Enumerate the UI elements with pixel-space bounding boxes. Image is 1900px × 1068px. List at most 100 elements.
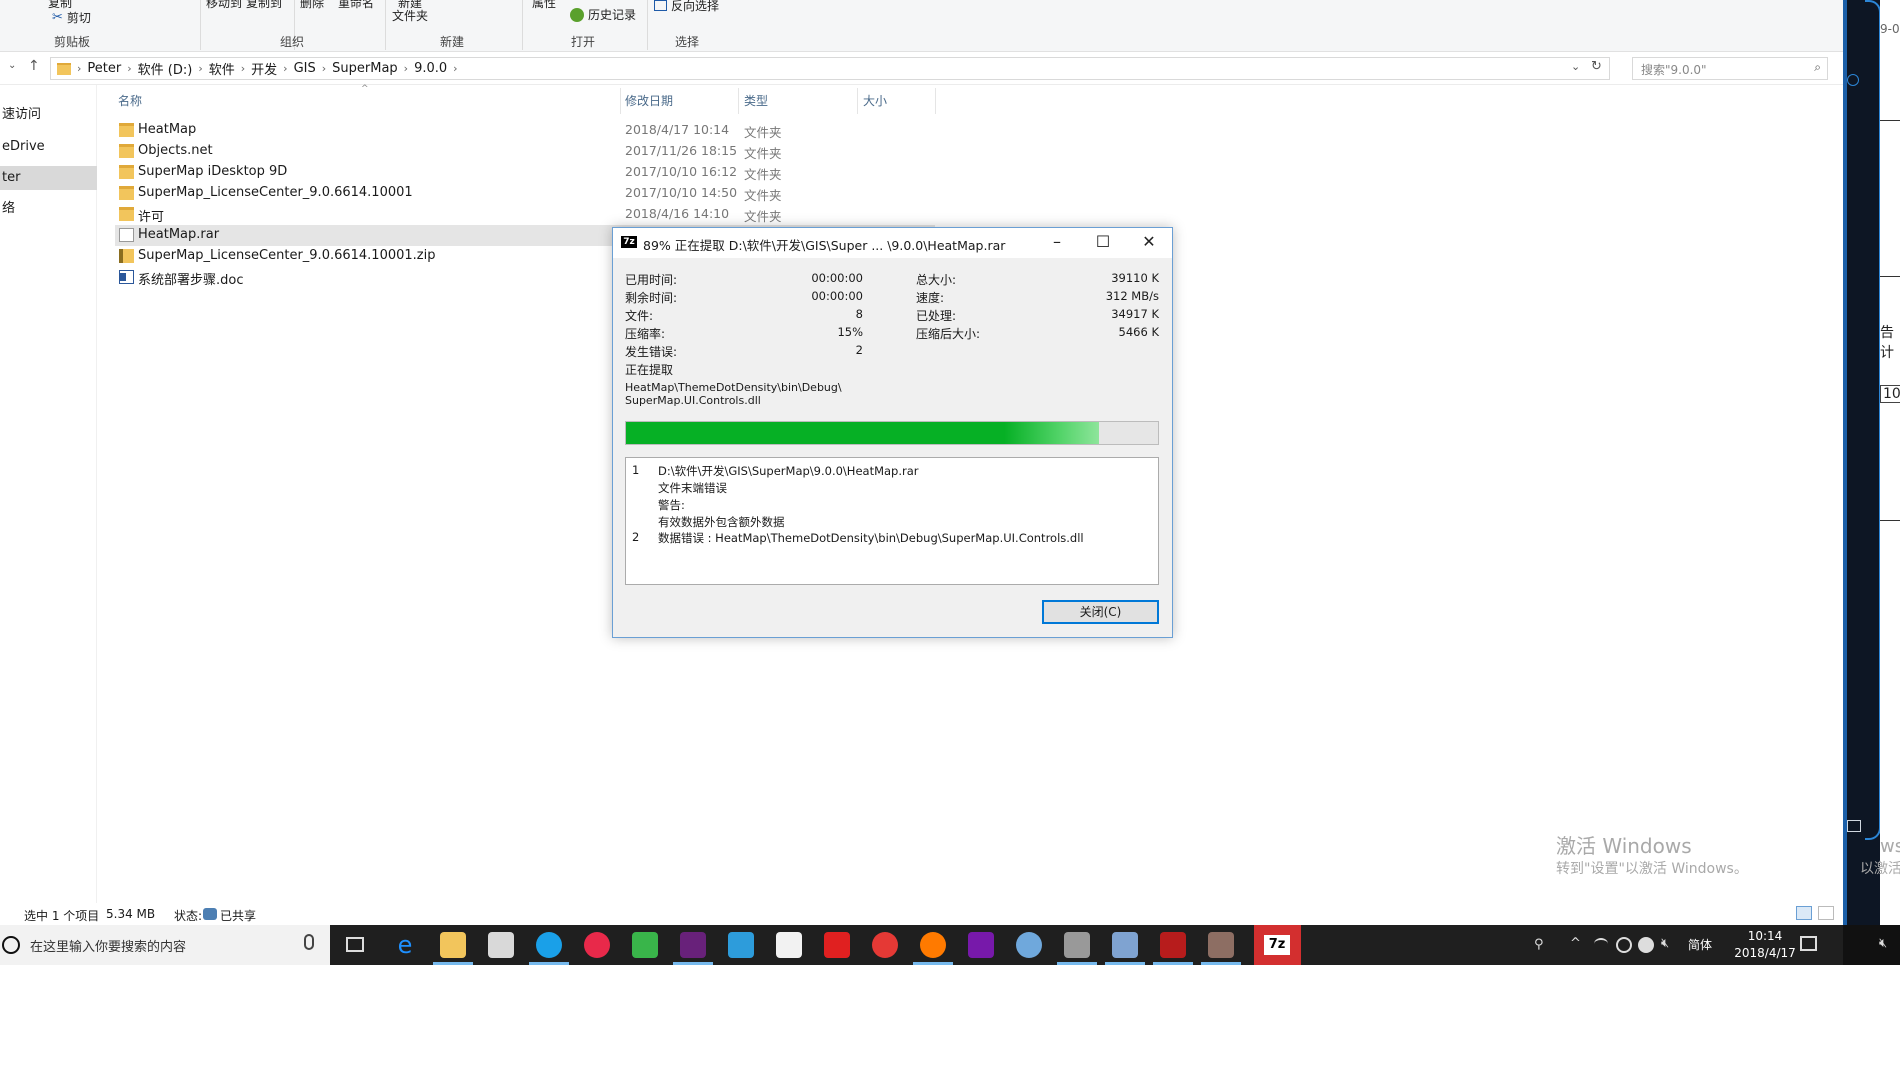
delete-button[interactable]: 删除 bbox=[300, 0, 324, 11]
file-explorer-icon[interactable] bbox=[440, 932, 466, 958]
firefox-icon[interactable] bbox=[920, 932, 946, 958]
nav-quick-access[interactable]: 速访问 bbox=[0, 103, 97, 127]
file-row[interactable]: SuperMap iDesktop 9D 2017/10/10 16:12 文件… bbox=[115, 162, 935, 183]
cut-button[interactable]: ✂ 剪切 bbox=[52, 9, 91, 26]
ime-language-indicator[interactable]: 简体 bbox=[1688, 936, 1712, 953]
files-label: 文件: bbox=[625, 309, 654, 323]
tools-icon[interactable] bbox=[1064, 932, 1090, 958]
column-header-name[interactable]: 名称 bbox=[118, 92, 142, 109]
new-folder-button[interactable]: 文件夹 bbox=[392, 7, 428, 24]
close-window-button[interactable]: ✕ bbox=[1126, 228, 1172, 258]
network-app-icon[interactable] bbox=[1112, 932, 1138, 958]
minimize-button[interactable]: – bbox=[1034, 228, 1080, 258]
store-icon[interactable] bbox=[488, 932, 514, 958]
x-app-icon[interactable] bbox=[1160, 932, 1186, 958]
large-icons-view-icon[interactable] bbox=[1818, 906, 1834, 920]
ime-mode-icon[interactable] bbox=[1638, 937, 1654, 953]
maximize-button[interactable]: ☐ bbox=[1080, 228, 1126, 258]
nav-this-pc[interactable]: ter bbox=[0, 166, 97, 190]
column-header-size[interactable]: 大小 bbox=[863, 92, 887, 109]
cortana-circle-icon[interactable] bbox=[2, 936, 20, 954]
visual-studio-icon[interactable] bbox=[680, 932, 706, 958]
mail-icon[interactable] bbox=[776, 932, 802, 958]
game-app-icon[interactable] bbox=[1208, 932, 1234, 958]
remaining-time-value: 00:00:00 bbox=[811, 289, 863, 303]
media-player-icon[interactable] bbox=[632, 932, 658, 958]
breadcrumb-item[interactable]: SuperMap bbox=[332, 61, 398, 76]
breadcrumb-item[interactable]: 软件 bbox=[209, 59, 235, 78]
invert-selection-button[interactable]: 反向选择 bbox=[654, 0, 719, 14]
recent-locations-chevron-icon[interactable]: ⌄ bbox=[8, 60, 16, 71]
tencent-app-icon[interactable] bbox=[824, 932, 850, 958]
breadcrumb-item[interactable]: 软件 (D:) bbox=[138, 59, 193, 78]
group-open: 打开 bbox=[571, 35, 596, 49]
extract-progress-dialog: 7z 89% 正在提取 D:\软件\开发\GIS\Super ... \9.0.… bbox=[612, 227, 1173, 638]
folder-icon bbox=[119, 144, 134, 158]
people-icon[interactable]: ⚲ bbox=[1534, 937, 1544, 952]
status-state-label: 状态: bbox=[174, 909, 203, 923]
breadcrumb-item[interactable]: Peter bbox=[87, 61, 121, 76]
nav-onedrive[interactable]: eDrive bbox=[0, 135, 97, 159]
breadcrumb-item[interactable]: 9.0.0 bbox=[414, 61, 447, 76]
folder-icon bbox=[119, 207, 134, 221]
file-icon bbox=[119, 228, 134, 242]
shared-users-icon bbox=[203, 908, 217, 920]
status-size: 5.34 MB bbox=[106, 907, 156, 921]
refresh-icon[interactable]: ↻ bbox=[1591, 59, 1602, 74]
nav-network[interactable]: 络 bbox=[0, 197, 97, 221]
search-icon: ⌕ bbox=[1814, 60, 1821, 74]
details-view-icon[interactable] bbox=[1796, 906, 1812, 920]
errors-label: 发生错误: bbox=[625, 345, 678, 359]
file-row[interactable]: HeatMap 2018/4/17 10:14 文件夹 bbox=[115, 120, 935, 141]
action-center-icon[interactable] bbox=[1800, 936, 1817, 951]
move-to-button[interactable]: 移动到 bbox=[206, 0, 242, 11]
onenote-icon[interactable] bbox=[968, 932, 994, 958]
history-button[interactable]: 历史记录 bbox=[570, 6, 636, 23]
task-view-icon[interactable] bbox=[346, 937, 364, 952]
taskbar-clock[interactable]: 10:14 2018/4/17 bbox=[1730, 928, 1800, 962]
search-input[interactable]: 搜索"9.0.0" ⌕ bbox=[1632, 57, 1828, 80]
show-hidden-icons-chevron-icon[interactable]: ^ bbox=[1570, 936, 1581, 951]
error-messages-list[interactable]: 1 D:\软件\开发\GIS\SuperMap\9.0.0\HeatMap.ra… bbox=[625, 457, 1159, 585]
column-header-type[interactable]: 类型 bbox=[744, 92, 768, 109]
feishu-icon[interactable] bbox=[728, 932, 754, 958]
file-row[interactable]: SuperMap_LicenseCenter_9.0.6614.10001 20… bbox=[115, 183, 935, 204]
speed-value: 312 MB/s bbox=[1105, 289, 1159, 303]
activation-watermark-subtitle: 转到"设置"以激活 Windows。 bbox=[1556, 861, 1748, 877]
red-app-icon[interactable] bbox=[872, 932, 898, 958]
wifi-icon[interactable] bbox=[1594, 938, 1608, 950]
properties-button[interactable]: 属性 bbox=[532, 0, 556, 11]
navigation-pane: 速访问 eDrive ter 络 bbox=[0, 85, 97, 903]
message-number: 1 bbox=[632, 463, 640, 477]
rename-button[interactable]: 重命名 bbox=[338, 0, 374, 11]
message-number: 2 bbox=[632, 530, 640, 544]
dialog-titlebar[interactable]: 7z 89% 正在提取 D:\软件\开发\GIS\Super ... \9.0.… bbox=[613, 228, 1172, 258]
up-arrow-icon[interactable]: ↑ bbox=[28, 58, 40, 74]
qq-browser-icon[interactable] bbox=[536, 932, 562, 958]
file-row[interactable]: 许可 2018/4/16 14:10 文件夹 bbox=[115, 204, 935, 225]
file-row[interactable]: Objects.net 2017/11/26 18:15 文件夹 bbox=[115, 141, 935, 162]
microphone-icon[interactable] bbox=[304, 934, 314, 950]
address-dropdown-icon[interactable]: ⌄ bbox=[1571, 60, 1580, 73]
breadcrumb-item[interactable]: GIS bbox=[294, 61, 316, 76]
processed-value: 34917 K bbox=[1111, 307, 1159, 321]
tool-app-icon[interactable] bbox=[1016, 932, 1042, 958]
background-window-edge: 9-0 告计 10 ws 以激活 V bbox=[1860, 0, 1900, 925]
packed-size-label: 压缩后大小: bbox=[916, 327, 981, 341]
taskbar-search-box[interactable]: 在这里输入你要搜索的内容 bbox=[0, 925, 330, 965]
volume-muted-icon[interactable]: 🔇︎ bbox=[1661, 936, 1669, 951]
group-select: 选择 bbox=[675, 35, 700, 49]
address-field[interactable]: › Peter › 软件 (D:) › 软件 › 开发 › GIS › Supe… bbox=[50, 57, 1610, 80]
breadcrumb-item[interactable]: 开发 bbox=[251, 59, 277, 78]
copy-to-button[interactable]: 复制到 bbox=[246, 0, 282, 11]
folder-icon bbox=[119, 186, 134, 200]
globe-icon[interactable] bbox=[1616, 937, 1632, 953]
close-button[interactable]: 关闭(C) bbox=[1042, 600, 1159, 624]
dialog-title: 89% 正在提取 D:\软件\开发\GIS\Super ... \9.0.0\H… bbox=[643, 238, 1006, 253]
edge-browser-icon[interactable]: e bbox=[392, 932, 418, 958]
netease-music-icon[interactable] bbox=[584, 932, 610, 958]
speed-label: 速度: bbox=[916, 291, 945, 305]
column-header-date[interactable]: 修改日期 bbox=[625, 92, 673, 109]
sevenzip-taskbar-button[interactable]: 7z bbox=[1254, 925, 1301, 965]
message-text: 数据错误 : HeatMap\ThemeDotDensity\bin\Debug… bbox=[658, 531, 1084, 545]
